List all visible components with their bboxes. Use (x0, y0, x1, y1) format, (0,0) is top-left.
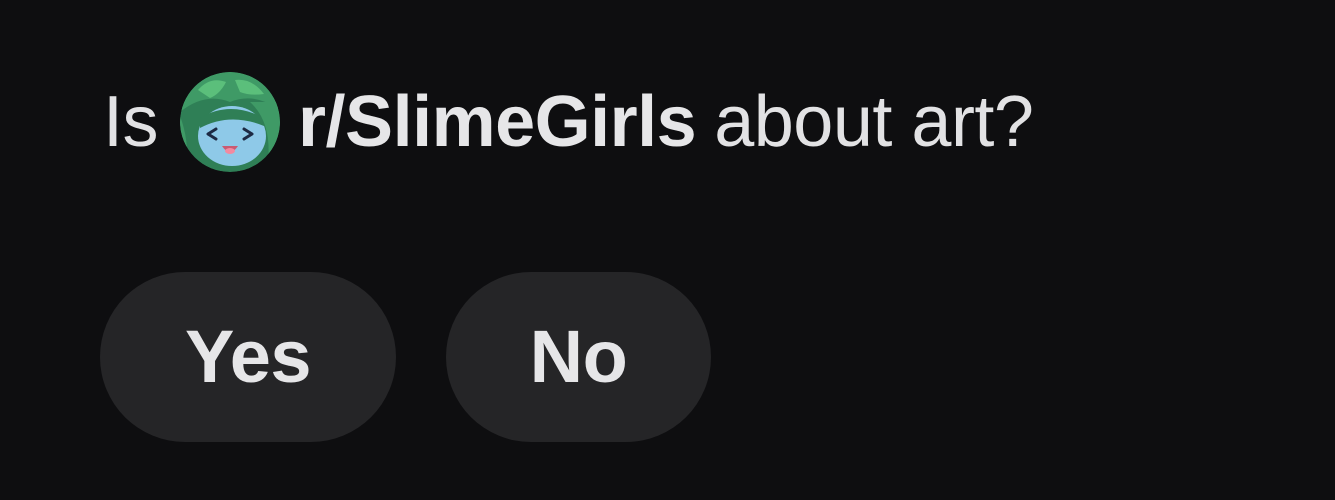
answer-buttons: Yes No (100, 272, 711, 442)
question-prefix: Is (103, 82, 159, 162)
community-question: Is r/SlimeGirls about art? (103, 72, 1034, 172)
yes-button-label: Yes (184, 315, 312, 398)
community-link[interactable]: r/SlimeGirls (298, 86, 697, 158)
no-button[interactable]: No (446, 272, 711, 442)
no-button-label: No (529, 315, 628, 398)
yes-button[interactable]: Yes (100, 272, 396, 442)
slime-girl-avatar-icon (180, 72, 281, 172)
question-suffix: about art? (714, 82, 1034, 162)
